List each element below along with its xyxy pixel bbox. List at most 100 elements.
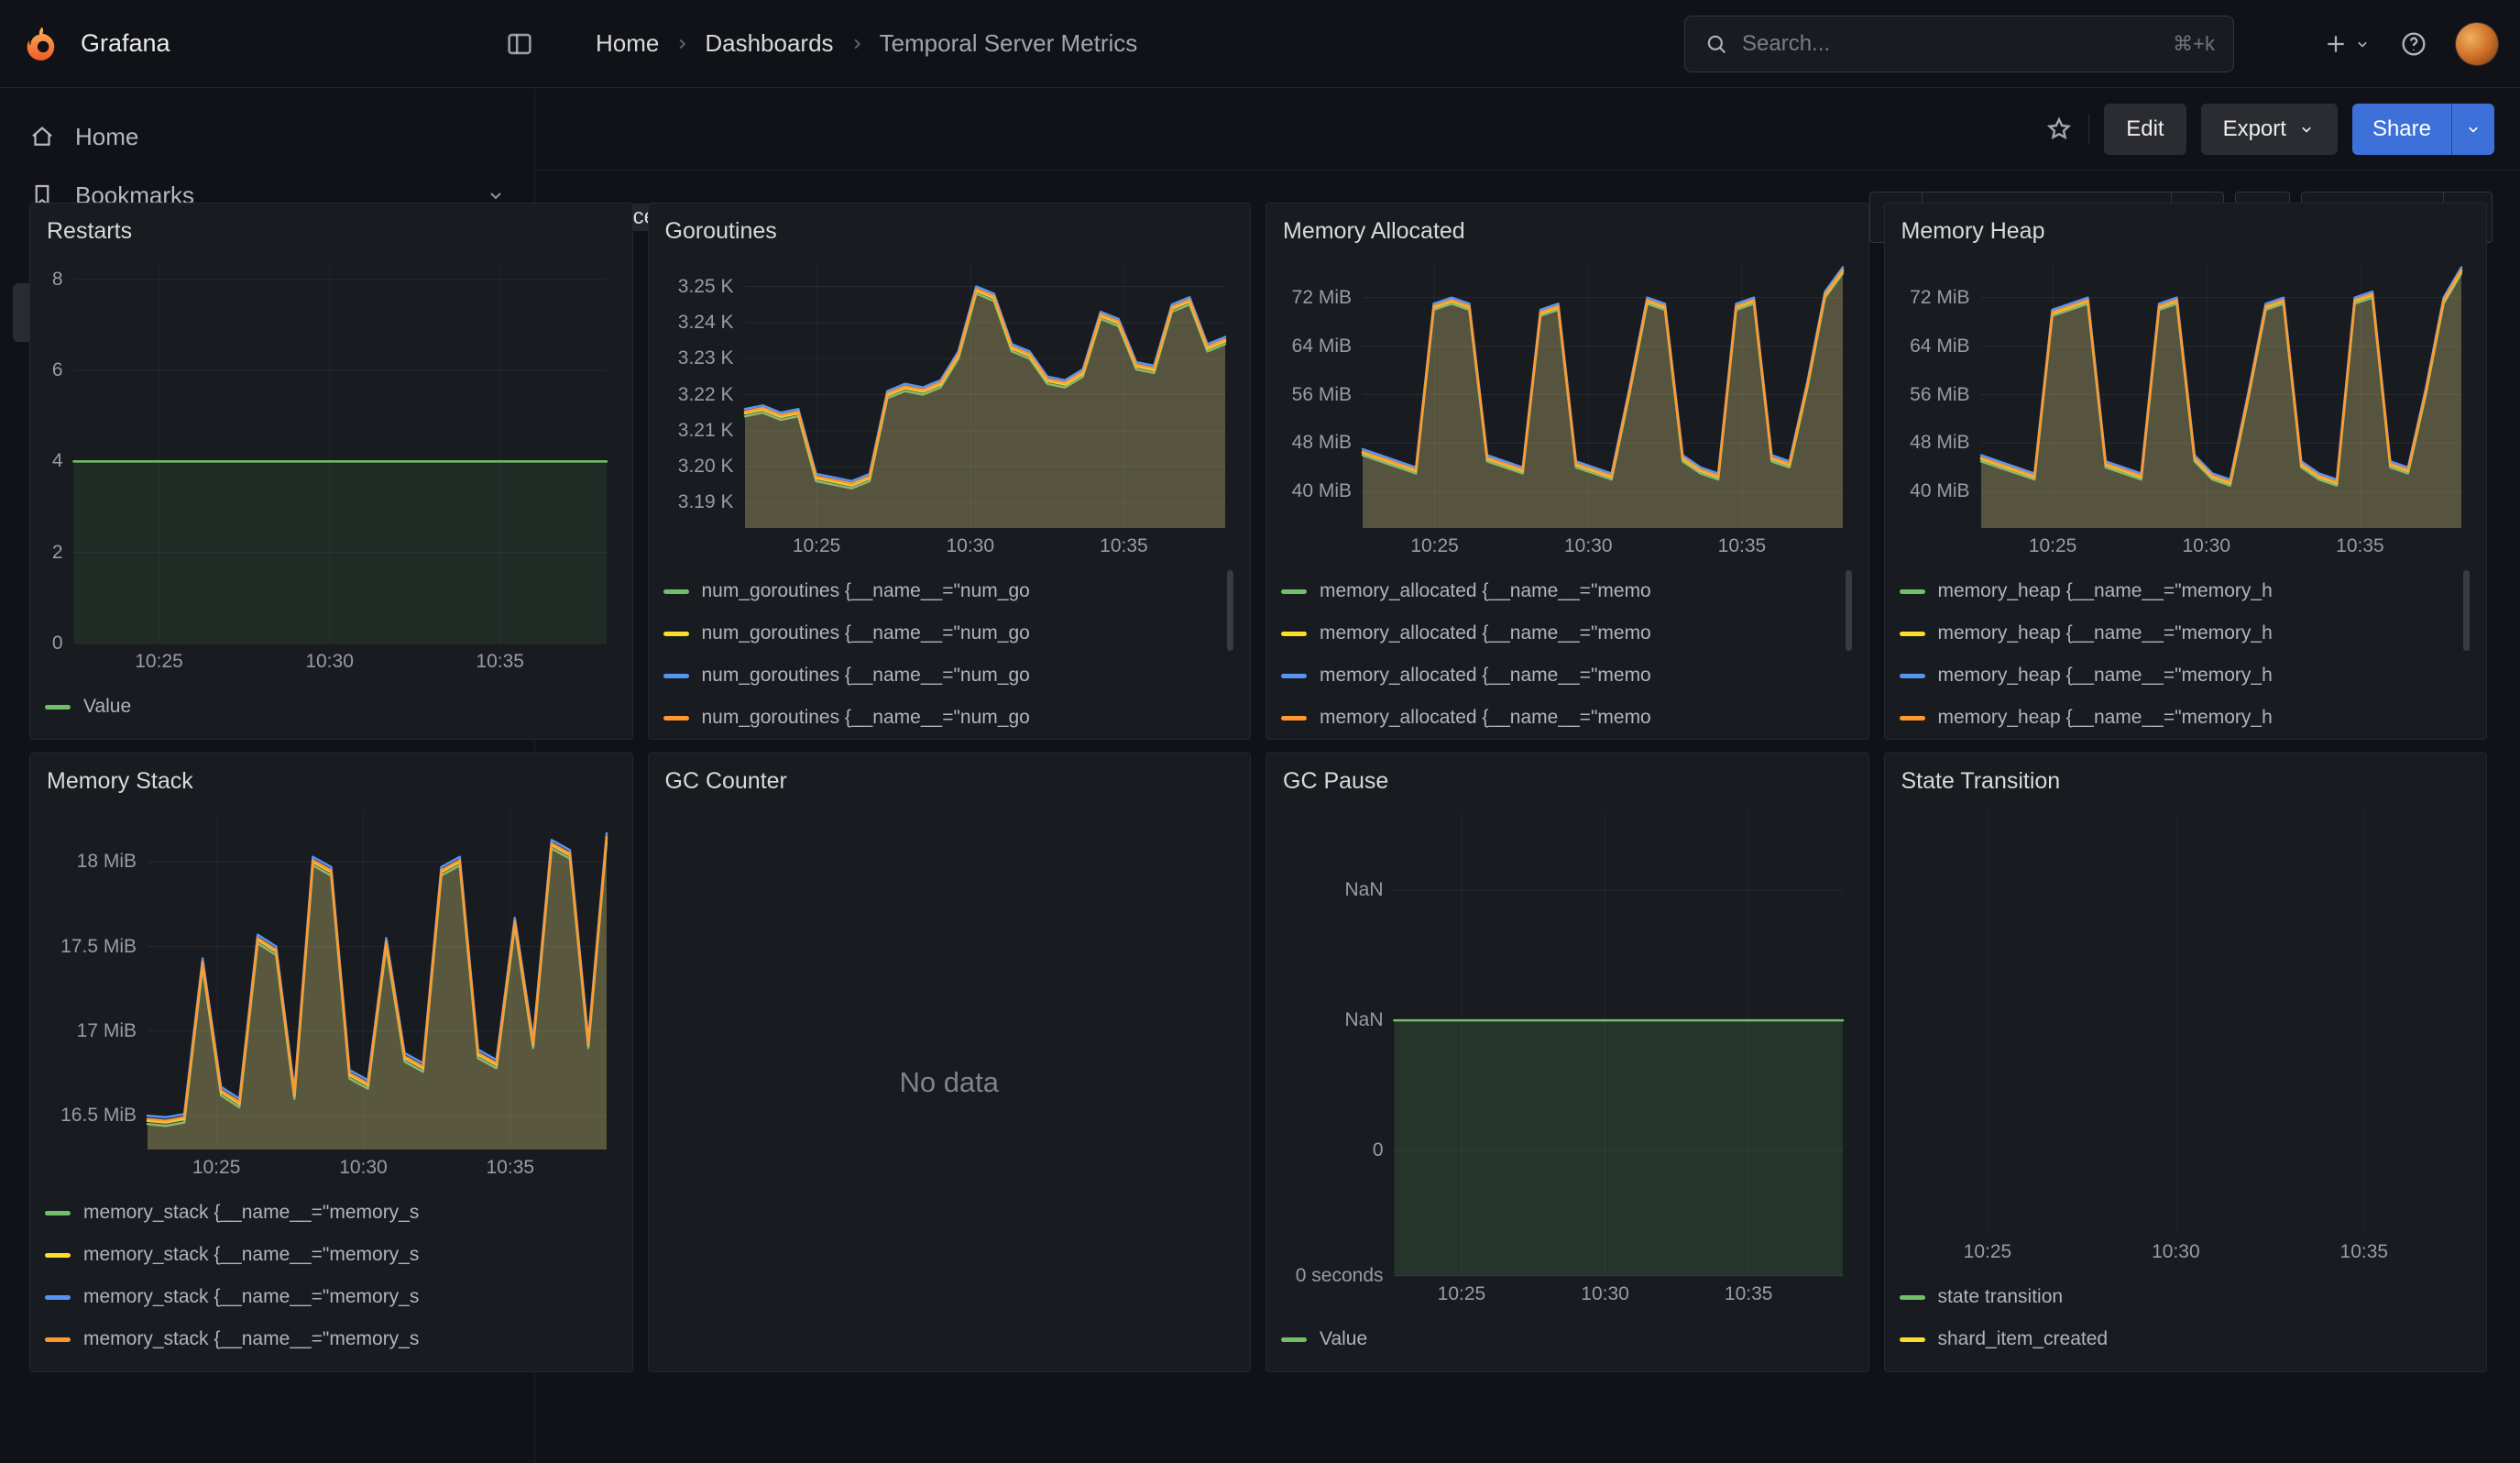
legend-label: num_goroutines {__name__="num_go <box>702 665 1030 687</box>
legend-item[interactable]: memory_heap {__name__="memory_h <box>1900 612 2472 654</box>
home-icon <box>27 122 57 151</box>
x-axis-label: 10:25 <box>1998 535 2108 557</box>
legend-item[interactable]: num_goroutines {__name__="num_go <box>663 570 1236 612</box>
legend-label: memory_heap {__name__="memory_h <box>1938 580 2273 602</box>
favorite-star-icon[interactable] <box>2044 115 2074 144</box>
x-axis-label: 10:25 <box>1933 1241 2043 1263</box>
panel-title[interactable]: GC Counter <box>665 768 1234 795</box>
panel-goroutines: Goroutines3.25 K3.24 K3.23 K3.22 K3.21 K… <box>648 203 1252 740</box>
export-button[interactable]: Export <box>2201 104 2338 155</box>
sidebar-item-home[interactable]: Home <box>13 107 521 166</box>
divider <box>2088 114 2089 145</box>
chart-memory-heap[interactable]: 72 MiB64 MiB56 MiB48 MiB40 MiB10:2510:30… <box>1900 254 2472 561</box>
grafana-logo-icon[interactable] <box>22 24 62 64</box>
breadcrumb-home[interactable]: Home <box>596 29 659 58</box>
legend-scrollbar[interactable] <box>1846 570 1852 651</box>
chart-restarts[interactable]: 8642010:2510:3010:35 <box>45 254 618 676</box>
legend-item[interactable]: memory_allocated {__name__="memo <box>1281 654 1854 697</box>
chart-memory-stack[interactable]: 18 MiB17.5 MiB17 MiB16.5 MiB10:2510:3010… <box>45 804 618 1182</box>
legend-label: memory_stack {__name__="memory_s <box>83 1286 419 1308</box>
nav-actions <box>2322 23 2498 65</box>
panel-title[interactable]: State Transition <box>1901 768 2471 795</box>
chart-state-transition[interactable]: 10:2510:3010:35 <box>1900 804 2472 1267</box>
panel-title[interactable]: Memory Allocated <box>1283 218 1852 245</box>
legend-item[interactable]: state transition <box>1900 1276 2472 1318</box>
breadcrumb-separator-icon <box>847 34 867 54</box>
legend-item[interactable]: num_goroutines {__name__="num_go <box>663 697 1236 728</box>
no-data-message: No data <box>663 804 1236 1360</box>
panel-memory-allocated: Memory Allocated72 MiB64 MiB56 MiB48 MiB… <box>1265 203 1869 740</box>
chevron-down-icon <box>2464 120 2482 138</box>
breadcrumb-dashboards[interactable]: Dashboards <box>705 29 833 58</box>
legend-item[interactable]: memory_stack {__name__="memory_s <box>45 1234 618 1276</box>
y-axis-label: 64 MiB <box>1900 336 1970 358</box>
dashboard-grid: Restarts 8642010:2510:3010:35 Value Gorouti… <box>29 203 2487 1372</box>
series-color-marker <box>45 705 71 710</box>
legend: num_goroutines {__name__="num_gonum_goro… <box>663 561 1236 728</box>
series-color-marker <box>1281 716 1307 720</box>
x-axis-label: 10:30 <box>1550 1283 1660 1305</box>
y-axis-label: 2 <box>45 542 63 564</box>
legend-item[interactable]: Value <box>1281 1318 1854 1360</box>
series-color-marker <box>45 1337 71 1342</box>
panel-gc-counter: GC Counter No data <box>648 753 1252 1372</box>
new-button[interactable] <box>2322 30 2372 58</box>
y-axis-label: 3.25 K <box>663 276 734 298</box>
x-axis-label: 10:25 <box>1380 535 1490 557</box>
x-axis-label: 10:25 <box>761 535 871 557</box>
legend-label: Value <box>83 696 131 718</box>
legend-scrollbar[interactable] <box>1227 570 1233 651</box>
series-color-marker <box>663 632 689 636</box>
legend: Value <box>45 676 618 728</box>
legend-item[interactable]: memory_stack {__name__="memory_s <box>45 1318 618 1360</box>
panel-title[interactable]: Goroutines <box>665 218 1234 245</box>
legend-item[interactable]: memory_allocated {__name__="memo <box>1281 612 1854 654</box>
legend-item[interactable]: num_goroutines {__name__="num_go <box>663 654 1236 697</box>
legend-item[interactable]: memory_allocated {__name__="memo <box>1281 697 1854 728</box>
series-color-marker <box>1900 589 1925 594</box>
x-axis-label: 10:35 <box>2305 535 2415 557</box>
legend: memory_allocated {__name__="memomemory_a… <box>1281 561 1854 728</box>
x-axis-label: 10:30 <box>1533 535 1643 557</box>
panel-title[interactable]: Restarts <box>47 218 616 245</box>
user-avatar[interactable] <box>2456 23 2498 65</box>
edit-button[interactable]: Edit <box>2104 104 2186 155</box>
legend-label: memory_stack {__name__="memory_s <box>83 1202 419 1224</box>
share-menu-caret[interactable] <box>2451 104 2494 155</box>
legend-item[interactable]: memory_heap {__name__="memory_h <box>1900 570 2472 612</box>
legend-item[interactable]: memory_heap {__name__="memory_h <box>1900 654 2472 697</box>
legend-item[interactable]: num_goroutines {__name__="num_go <box>663 612 1236 654</box>
chart-goroutines[interactable]: 3.25 K3.24 K3.23 K3.22 K3.21 K3.20 K3.19… <box>663 254 1236 561</box>
brand-title: Grafana <box>81 29 170 58</box>
y-axis-label: 17 MiB <box>45 1020 137 1042</box>
search-input[interactable]: Search... ⌘+k <box>1684 16 2234 72</box>
legend-item[interactable]: memory_allocated {__name__="memo <box>1281 570 1854 612</box>
share-button[interactable]: Share <box>2352 104 2451 155</box>
legend-item[interactable]: shard_item_created <box>1900 1318 2472 1360</box>
chart-gc-pause[interactable]: NaNNaN00 seconds10:2510:3010:35 <box>1281 804 1854 1309</box>
legend-label: shard_item_created <box>1938 1328 2109 1350</box>
help-icon[interactable] <box>2399 29 2428 59</box>
panel-restarts: Restarts 8642010:2510:3010:35 Value <box>29 203 633 740</box>
legend-label: memory_allocated {__name__="memo <box>1320 580 1651 602</box>
legend-scrollbar[interactable] <box>2463 570 2470 651</box>
x-axis-label: 10:35 <box>1693 1283 1803 1305</box>
legend-item[interactable]: Value <box>45 686 618 728</box>
sidebar-toggle-icon[interactable] <box>504 28 535 60</box>
legend-item[interactable]: memory_stack {__name__="memory_s <box>45 1276 618 1318</box>
panel-gc-pause: GC PauseNaNNaN00 seconds10:2510:3010:35V… <box>1265 753 1869 1372</box>
chart-memory-allocated[interactable]: 72 MiB64 MiB56 MiB48 MiB40 MiB10:2510:30… <box>1281 254 1854 561</box>
chart-canvas <box>1281 254 1854 561</box>
y-axis-label: 17.5 MiB <box>45 936 137 958</box>
legend-item[interactable]: memory_heap {__name__="memory_h <box>1900 697 2472 728</box>
panel-title[interactable]: Memory Stack <box>47 768 616 795</box>
x-axis-label: 10:30 <box>2120 1241 2230 1263</box>
panel-title[interactable]: Memory Heap <box>1901 218 2471 245</box>
y-axis-label: NaN <box>1281 1009 1384 1031</box>
x-axis-label: 10:30 <box>2152 535 2262 557</box>
legend-item[interactable]: memory_stack {__name__="memory_s <box>45 1192 618 1234</box>
y-axis-label: 3.24 K <box>663 312 734 334</box>
x-axis-label: 10:35 <box>455 1157 565 1179</box>
panel-title[interactable]: GC Pause <box>1283 768 1852 795</box>
legend-label: num_goroutines {__name__="num_go <box>702 707 1030 728</box>
